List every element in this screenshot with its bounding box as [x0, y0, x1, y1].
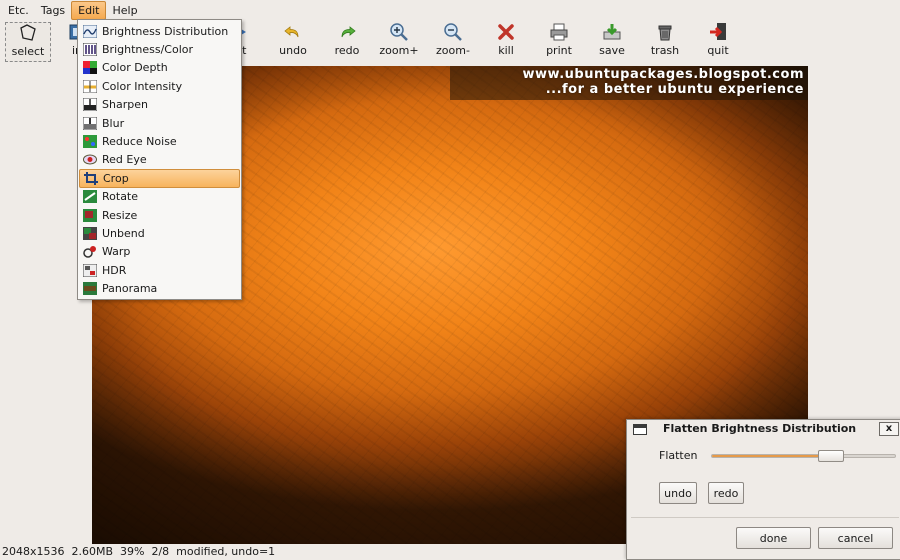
menu-item-crop[interactable]: Crop [79, 169, 240, 188]
menu-item-warp[interactable]: Warp [78, 243, 241, 261]
watermark-line-2: ...for a better ubuntu experience [545, 82, 804, 97]
color-intensity-icon [83, 79, 97, 93]
undo-button[interactable]: undo [659, 482, 697, 504]
crop-icon [84, 171, 98, 185]
window-icon [633, 424, 647, 435]
dialog-titlebar[interactable]: Flatten Brightness Distribution x [627, 420, 900, 439]
edit-menu-dropdown: Brightness Distribution Brightness/Color… [77, 19, 242, 300]
zoom-in-icon [388, 22, 410, 42]
zoom-out-label: zoom- [436, 44, 470, 57]
flatten-brightness-dialog: Flatten Brightness Distribution x Flatte… [626, 419, 900, 560]
brightness-color-icon [83, 43, 97, 57]
menu-item-unbend[interactable]: Unbend [78, 224, 241, 242]
menu-item-brightness-color[interactable]: Brightness/Color [78, 40, 241, 58]
unbend-icon [83, 226, 97, 240]
menu-item-label: Color Depth [102, 61, 168, 75]
color-depth-icon [83, 61, 97, 75]
warp-icon [83, 246, 96, 259]
hdr-icon [83, 263, 97, 277]
panorama-icon [83, 282, 97, 296]
zoom-in-label: zoom+ [379, 44, 419, 57]
trash-button[interactable]: trash [642, 22, 688, 62]
dialog-title: Flatten Brightness Distribution [663, 422, 857, 435]
cancel-button[interactable]: cancel [818, 527, 893, 549]
watermark-line-1: www.ubuntupackages.blogspot.com [522, 67, 804, 82]
slider-fill [712, 455, 822, 457]
select-icon [17, 23, 39, 43]
kill-label: kill [498, 44, 514, 57]
undo-button[interactable]: undo [270, 22, 316, 62]
redo-icon [336, 22, 358, 42]
menu-item-label: Brightness/Color [102, 43, 194, 57]
reduce-noise-icon [83, 135, 97, 149]
quit-label: quit [707, 44, 729, 57]
menu-item-hdr[interactable]: HDR [78, 261, 241, 279]
close-button[interactable]: x [879, 422, 899, 436]
blur-icon [83, 116, 97, 130]
trash-label: trash [650, 44, 680, 57]
select-label: select [11, 45, 45, 58]
menu-item-color-depth[interactable]: Color Depth [78, 59, 241, 77]
save-label: save [599, 44, 625, 57]
menu-item-label: Rotate [102, 190, 139, 204]
dialog-separator [631, 517, 899, 518]
menu-item-label: Blur [102, 116, 125, 130]
menu-item-label: Panorama [102, 282, 158, 296]
trash-icon [654, 22, 676, 42]
menu-item-label: Reduce Noise [102, 135, 177, 149]
print-label: print [546, 44, 572, 57]
brightness-distribution-icon [83, 24, 97, 38]
menu-item-label: Brightness Distribution [102, 24, 229, 38]
printer-icon [548, 22, 570, 42]
menu-item-brightness-distribution[interactable]: Brightness Distribution [78, 22, 241, 40]
menu-item-red-eye[interactable]: Red Eye [78, 151, 241, 169]
menu-item-label: Crop [103, 171, 129, 185]
menu-item-label: HDR [102, 263, 127, 277]
menu-etc[interactable]: Etc. [2, 1, 35, 20]
zoom-out-icon [442, 22, 464, 42]
save-icon [601, 22, 623, 42]
zoom-in-button[interactable]: zoom+ [376, 22, 422, 62]
red-eye-icon [83, 154, 97, 165]
redo-button[interactable]: redo [708, 482, 744, 504]
print-button[interactable]: print [536, 22, 582, 62]
menu-item-rotate[interactable]: Rotate [78, 188, 241, 206]
flatten-label: Flatten [659, 449, 698, 462]
menu-edit[interactable]: Edit [71, 0, 107, 20]
undo-label: undo [279, 44, 307, 57]
menu-item-label: Sharpen [102, 98, 148, 112]
menu-item-label: Unbend [102, 226, 145, 240]
menu-item-label: Resize [102, 208, 138, 222]
sharpen-icon [83, 98, 97, 112]
resize-icon [83, 208, 97, 222]
slider-handle[interactable] [818, 450, 844, 462]
quit-icon [707, 22, 729, 42]
menu-tags[interactable]: Tags [35, 1, 71, 20]
select-button[interactable]: select [5, 22, 51, 62]
rotate-icon [83, 190, 97, 204]
menu-item-blur[interactable]: Blur [78, 114, 241, 132]
menu-item-label: Red Eye [102, 153, 147, 167]
menu-help[interactable]: Help [106, 1, 143, 20]
redo-button[interactable]: redo [324, 22, 370, 62]
redo-label: redo [334, 44, 360, 57]
menu-item-label: Warp [102, 245, 131, 259]
done-button[interactable]: done [736, 527, 811, 549]
undo-icon [282, 22, 304, 42]
save-button[interactable]: save [589, 22, 635, 62]
menu-item-color-intensity[interactable]: Color Intensity [78, 77, 241, 95]
flatten-slider[interactable] [711, 450, 896, 462]
menu-item-reduce-noise[interactable]: Reduce Noise [78, 132, 241, 150]
menu-item-label: Color Intensity [102, 79, 183, 93]
kill-button[interactable]: kill [483, 22, 529, 62]
menu-item-panorama[interactable]: Panorama [78, 279, 241, 297]
menu-item-sharpen[interactable]: Sharpen [78, 96, 241, 114]
menu-item-resize[interactable]: Resize [78, 206, 241, 224]
menu-bar: Etc. Tags Edit Help [0, 0, 900, 20]
kill-icon [495, 22, 517, 42]
zoom-out-button[interactable]: zoom- [430, 22, 476, 62]
quit-button[interactable]: quit [695, 22, 741, 62]
